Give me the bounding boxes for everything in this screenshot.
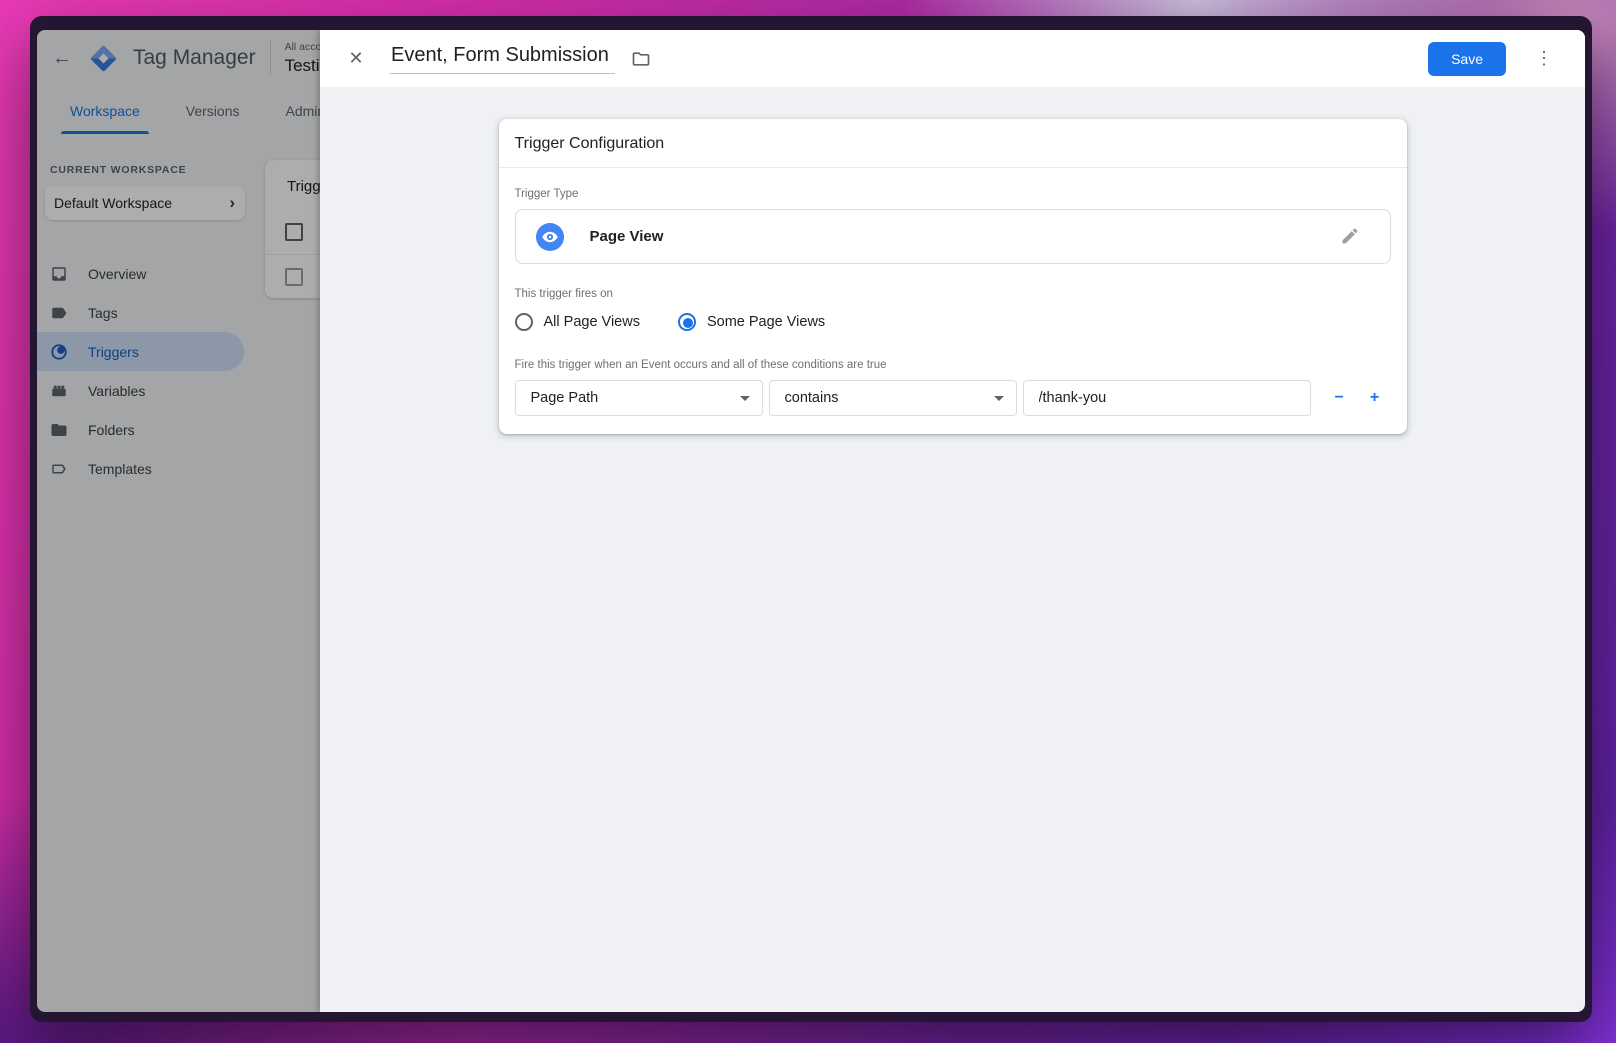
fires-on-label: This trigger fires on bbox=[515, 288, 1391, 300]
trigger-type-box: Page View bbox=[515, 209, 1391, 264]
condition-operator-value: contains bbox=[785, 390, 839, 406]
kebab-menu-icon[interactable]: ⋮ bbox=[1533, 48, 1555, 69]
chevron-down-icon bbox=[994, 396, 1004, 401]
page-view-icon bbox=[536, 223, 564, 251]
edit-pencil-icon[interactable] bbox=[1340, 226, 1362, 248]
chevron-down-icon bbox=[740, 396, 750, 401]
trigger-type-name: Page View bbox=[590, 228, 664, 245]
condition-value-field bbox=[1023, 380, 1311, 416]
card-title: Trigger Configuration bbox=[499, 119, 1407, 168]
radio-all-page-views[interactable]: All Page Views bbox=[515, 313, 640, 331]
condition-row: Page Path contains − bbox=[515, 380, 1391, 416]
conditions-label: Fire this trigger when an Event occurs a… bbox=[515, 359, 1391, 371]
trigger-configuration-card: Trigger Configuration Trigger Type Page … bbox=[499, 119, 1407, 434]
close-icon[interactable]: ✕ bbox=[344, 47, 368, 71]
folder-icon[interactable] bbox=[629, 47, 653, 71]
remove-condition-button[interactable]: − bbox=[1335, 389, 1344, 407]
editor-body: Trigger Configuration Trigger Type Page … bbox=[320, 87, 1585, 434]
radio-icon-selected bbox=[678, 313, 696, 331]
desktop-background: ← Tag Manager All accou Testi Workspace … bbox=[0, 0, 1616, 1043]
browser-window: ← Tag Manager All accou Testi Workspace … bbox=[30, 16, 1592, 1022]
radio-icon bbox=[515, 313, 533, 331]
radio-some-page-views[interactable]: Some Page Views bbox=[678, 313, 825, 331]
condition-variable-select[interactable]: Page Path bbox=[515, 380, 763, 416]
trigger-type-label: Trigger Type bbox=[515, 188, 1391, 200]
condition-operator-select[interactable]: contains bbox=[769, 380, 1017, 416]
fires-on-options: All Page Views Some Page Views bbox=[515, 313, 1391, 331]
condition-value-input[interactable] bbox=[1039, 390, 1298, 406]
radio-label: All Page Views bbox=[544, 314, 640, 330]
save-button[interactable]: Save bbox=[1428, 42, 1506, 76]
condition-variable-value: Page Path bbox=[531, 390, 599, 406]
trigger-name-field[interactable]: Event, Form Submission bbox=[390, 44, 615, 74]
card-body: Trigger Type Page View This trigg bbox=[499, 168, 1407, 434]
tag-manager-app: ← Tag Manager All accou Testi Workspace … bbox=[37, 30, 1585, 1012]
trigger-editor-panel: ✕ Event, Form Submission Save ⋮ Trigger … bbox=[320, 30, 1585, 1012]
editor-header: ✕ Event, Form Submission Save ⋮ bbox=[320, 30, 1585, 87]
add-condition-button[interactable]: + bbox=[1370, 389, 1379, 407]
radio-label: Some Page Views bbox=[707, 314, 825, 330]
